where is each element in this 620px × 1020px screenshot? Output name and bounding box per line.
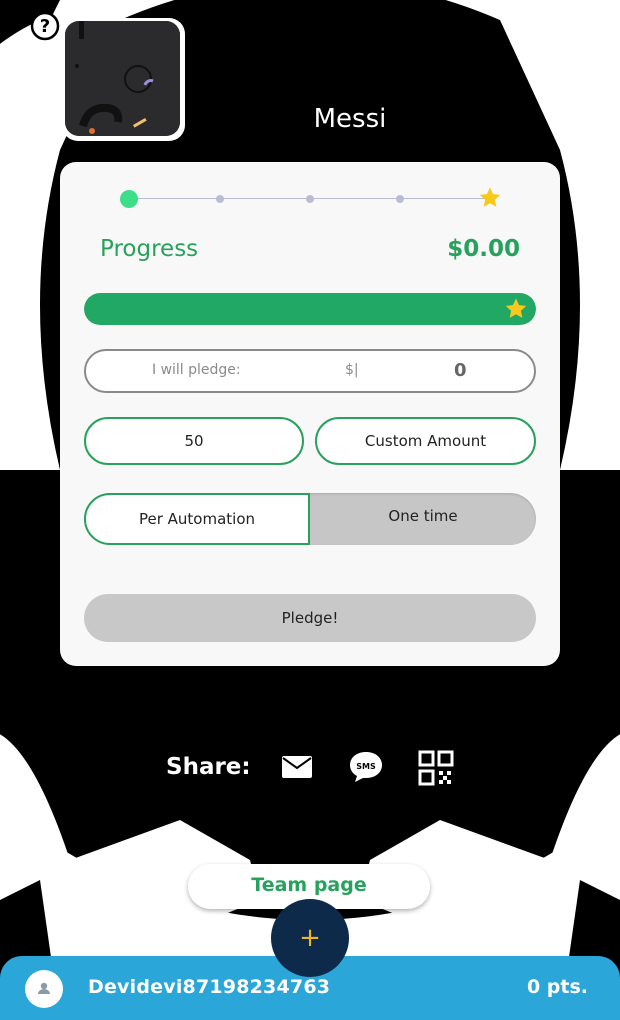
user-avatar[interactable] — [25, 970, 63, 1008]
custom-amount-button[interactable]: Custom Amount — [315, 417, 536, 465]
pledge-label: I will pledge: — [152, 362, 241, 378]
pledge-button[interactable]: Pledge! — [84, 594, 536, 642]
pledge-amount-input[interactable]: I will pledge: $| 0 — [84, 349, 536, 393]
per-automation-option[interactable]: Per Automation — [84, 493, 310, 545]
player-name: Messi — [313, 104, 387, 134]
user-icon — [38, 982, 50, 994]
progress-bar — [84, 293, 536, 325]
pledge-value[interactable]: 0 — [454, 360, 467, 381]
star-icon — [479, 187, 501, 207]
progress-amount: $0.00 — [447, 236, 520, 262]
progress-steps — [120, 184, 501, 214]
help-icon[interactable]: ? — [30, 11, 60, 41]
qr-code-icon[interactable] — [418, 750, 454, 786]
pledge-card: Progress $0.00 I will pledge: $| 0 50 Cu… — [60, 162, 560, 666]
svg-text:SMS: SMS — [356, 762, 376, 771]
pledge-currency: $| — [345, 362, 359, 378]
step-dot — [306, 195, 314, 203]
player-photo — [65, 21, 180, 136]
step-current-dot — [120, 190, 138, 208]
star-icon — [505, 298, 527, 318]
one-time-option[interactable]: One time — [310, 493, 536, 539]
sms-icon[interactable]: SMS — [348, 750, 384, 784]
step-dot — [396, 195, 404, 203]
username: Devidevi87198234763 — [88, 976, 331, 998]
svg-text:?: ? — [40, 16, 50, 37]
player-avatar[interactable] — [62, 18, 185, 141]
email-icon[interactable] — [281, 754, 313, 780]
frequency-toggle: Per Automation One time — [84, 493, 536, 545]
progress-bar-fill — [84, 293, 536, 325]
share-label: Share: — [166, 754, 251, 780]
progress-label: Progress — [100, 236, 199, 262]
add-fab-button[interactable]: + — [271, 899, 349, 977]
points: 0 pts. — [526, 976, 588, 998]
amount-50-button[interactable]: 50 — [84, 417, 304, 465]
step-dot — [216, 195, 224, 203]
